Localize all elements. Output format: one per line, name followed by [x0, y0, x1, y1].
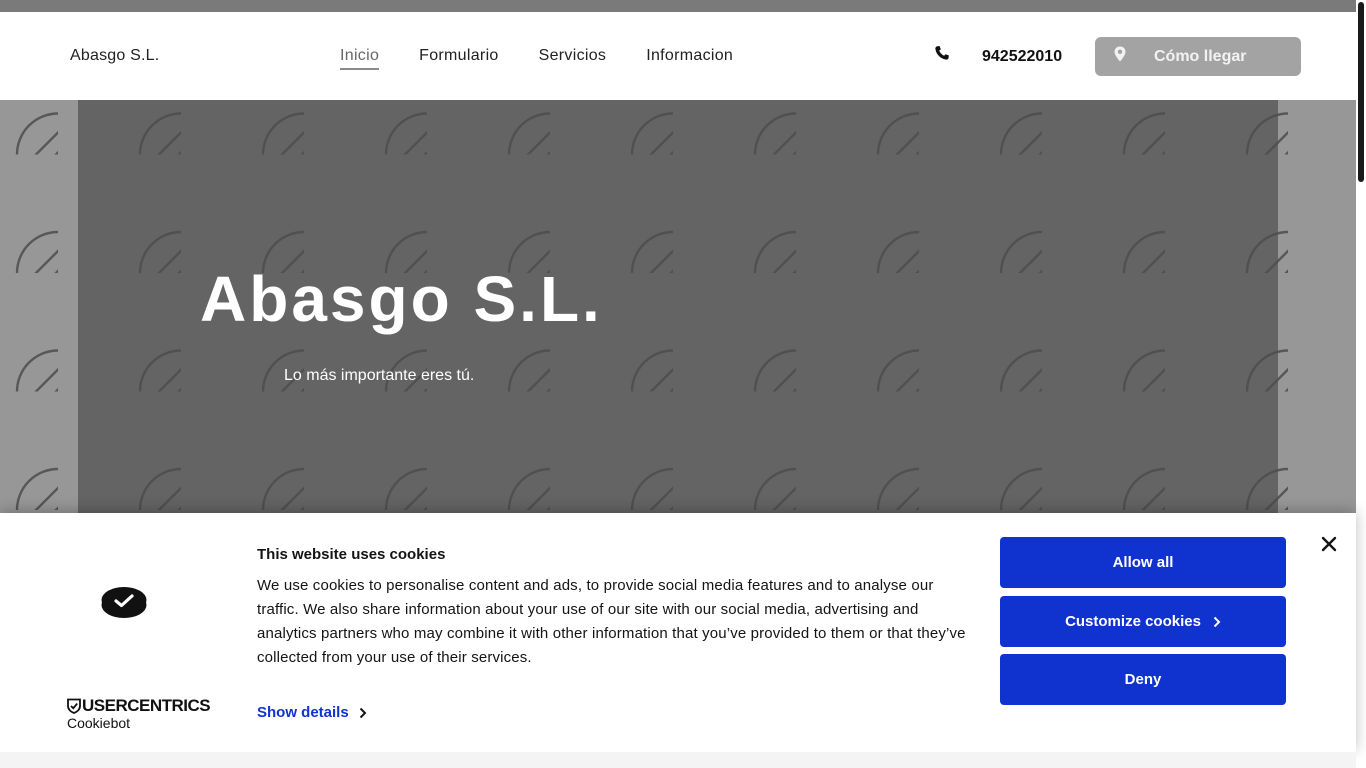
top-strip	[0, 0, 1356, 12]
hero-title: Abasgo S.L.	[200, 263, 603, 335]
allow-all-label: Allow all	[1112, 554, 1174, 571]
site-header: Abasgo S.L. Inicio Formulario Servicios …	[0, 12, 1356, 100]
directions-label: Cómo llegar	[1154, 48, 1247, 65]
directions-button[interactable]: Cómo llegar	[1095, 37, 1301, 76]
cookiebot-logo-icon	[101, 587, 147, 618]
chevron-right-icon	[359, 707, 367, 718]
nav-item-servicios[interactable]: Servicios	[539, 47, 607, 70]
map-pin-icon	[1114, 46, 1126, 62]
cookie-title: This website uses cookies	[257, 546, 446, 563]
close-icon[interactable]	[1321, 536, 1337, 552]
cookie-banner: USERCENTRICS Cookiebot This website uses…	[0, 513, 1356, 752]
customize-cookies-label: Customize cookies	[1065, 613, 1201, 630]
show-details-label: Show details	[257, 704, 349, 721]
hero-subtitle: Lo más importante eres tú.	[284, 367, 475, 384]
nav-item-inicio[interactable]: Inicio	[340, 47, 380, 70]
usercentrics-brand[interactable]: USERCENTRICS Cookiebot	[67, 696, 211, 731]
deny-label: Deny	[1124, 671, 1162, 688]
deny-button[interactable]: Deny	[1000, 654, 1286, 705]
customize-cookies-button[interactable]: Customize cookies	[1000, 596, 1286, 647]
show-details-link[interactable]: Show details	[257, 704, 367, 721]
page-content-peek	[0, 752, 1356, 768]
phone-icon	[935, 46, 949, 60]
nav-item-informacion[interactable]: Informacion	[646, 47, 733, 70]
brand-name[interactable]: Abasgo S.L.	[70, 47, 159, 65]
scrollbar-track[interactable]	[1356, 0, 1366, 768]
cookie-description: We use cookies to personalise content an…	[257, 577, 966, 666]
phone-number[interactable]: 942522010	[982, 48, 1062, 66]
nav-item-formulario[interactable]: Formulario	[419, 47, 498, 70]
cookiebot-label: Cookiebot	[67, 715, 131, 731]
allow-all-button[interactable]: Allow all	[1000, 537, 1286, 588]
shield-check-icon	[67, 698, 81, 714]
main-nav: Inicio Formulario Servicios Informacion	[340, 47, 773, 70]
scrollbar-thumb[interactable]	[1358, 2, 1364, 182]
chevron-right-icon	[1213, 616, 1221, 627]
usercentrics-label: USERCENTRICS	[82, 696, 211, 715]
